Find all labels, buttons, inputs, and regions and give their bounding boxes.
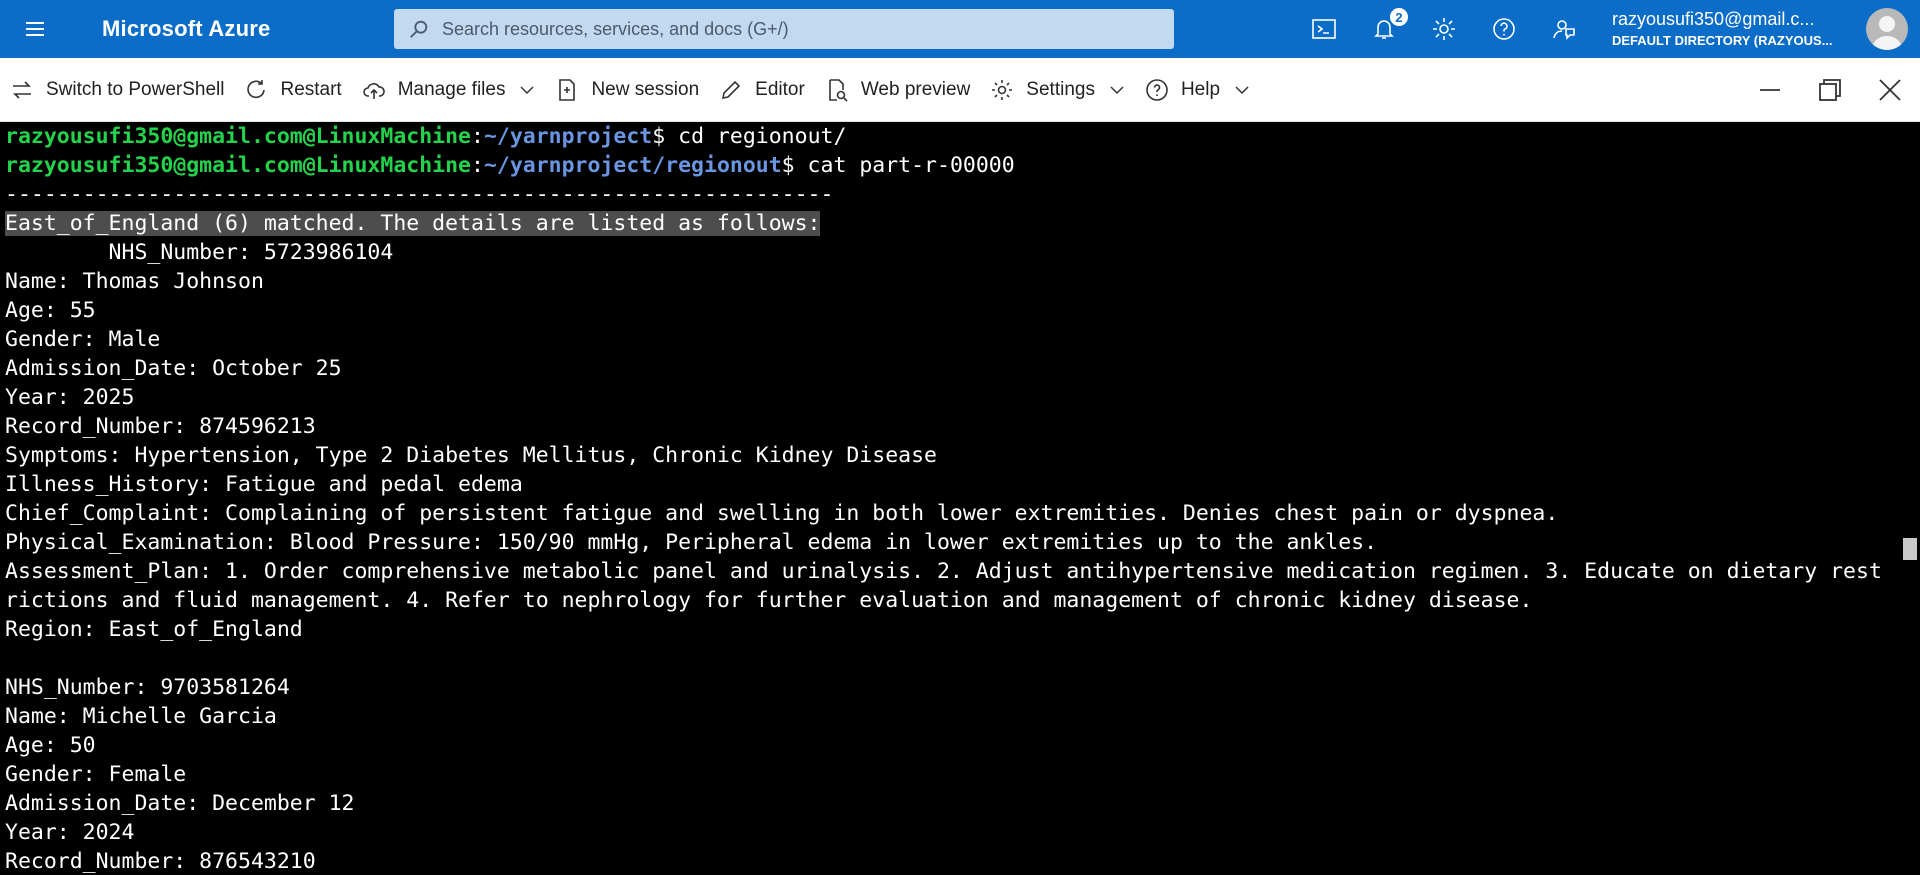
prompt-path: ~/yarnproject/regionout [483,153,782,178]
gear-icon[interactable] [1414,0,1474,58]
prompt-user: razyousufi350@gmail.com@LinuxMachine [5,124,471,149]
gear-icon [992,79,1013,100]
header-line: East_of_England (6) matched. The details… [5,209,1900,238]
account-directory: DEFAULT DIRECTORY (RAZYOUS... [1612,33,1833,48]
manage-files-button[interactable]: Manage files [352,58,546,122]
editor-label: Editor [755,78,805,100]
search-icon [410,20,428,38]
settings-label: Settings [1026,78,1095,100]
prompt-user: razyousufi350@gmail.com@LinuxMachine [5,153,471,178]
chevron-down-icon [1110,85,1124,94]
account-email: razyousufi350@gmail.c... [1612,9,1815,29]
menu-icon[interactable] [0,0,70,58]
minimize-icon [1760,89,1780,91]
web-preview-label: Web preview [860,78,971,100]
web-preview-icon [829,78,848,102]
scrollbar-thumb[interactable] [1903,538,1917,560]
editor-button[interactable]: Editor [709,58,815,122]
prompt-command: $ cat part-r-00000 [781,153,1015,178]
output-line: Gender: Female [5,762,187,787]
new-session-icon [559,78,576,101]
prompt-command: $ cd regionout/ [652,124,847,149]
output-line: NHS_Number: 5723986104 [5,240,394,265]
prompt-line: razyousufi350@gmail.com@LinuxMachine:~/y… [5,124,847,149]
cloud-shell-icon[interactable] [1294,0,1354,58]
restore-icon [1819,79,1841,101]
settings-button[interactable]: Settings [980,58,1135,122]
new-session-button[interactable]: New session [545,58,709,122]
minimize-button[interactable] [1740,58,1800,122]
brand-title[interactable]: Microsoft Azure [102,16,394,42]
output-line: rictions and fluid management. 4. Refer … [5,588,1533,613]
maximize-button[interactable] [1800,58,1860,122]
close-button[interactable] [1860,58,1920,122]
output-line: Age: 55 [5,298,96,323]
output-line: Chief_Complaint: Complaining of persiste… [5,501,1559,526]
switch-label: Switch to PowerShell [46,78,225,100]
output-line: Gender: Male [5,327,161,352]
switch-to-powershell-button[interactable]: Switch to PowerShell [0,58,234,122]
help-icon[interactable] [1474,0,1534,58]
web-preview-button[interactable]: Web preview [815,58,980,122]
output-line: Name: Thomas Johnson [5,269,264,294]
chevron-down-icon [1235,85,1249,94]
output-line: Year: 2024 [5,820,135,845]
output-line: Region: East_of_England [5,617,303,642]
output-line: Illness_History: Fatigue and pedal edema [5,472,523,497]
avatar[interactable] [1866,8,1908,50]
help-icon [1146,78,1168,101]
bell-icon[interactable]: 2 [1354,0,1414,58]
azure-top-bar: Microsoft Azure 2 razyousufi350@gmail.c.… [0,0,1920,58]
selected-header-text: East_of_England (6) matched. The details… [5,211,821,236]
output-line: Assessment_Plan: 1. Order comprehensive … [5,559,1882,584]
search-input[interactable] [442,18,1142,40]
restart-icon [247,79,266,98]
close-icon [1879,79,1901,101]
cloud-shell-toolbar: Switch to PowerShell Restart Manage file… [0,58,1920,122]
output-line: Age: 50 [5,733,96,758]
output-line: Record_Number: 876543210 [5,849,316,874]
manage-files-label: Manage files [397,78,506,100]
output-line: Physical_Examination: Blood Pressure: 15… [5,530,1378,555]
restart-button[interactable]: Restart [234,58,351,122]
output-line: Admission_Date: October 25 [5,356,342,381]
cloud-upload-icon [362,82,385,99]
terminal-scrollbar[interactable] [1900,122,1920,875]
terminal-output[interactable]: razyousufi350@gmail.com@LinuxMachine:~/y… [0,122,1900,875]
new-session-label: New session [591,78,700,100]
chevron-down-icon [520,85,534,94]
switch-icon [13,80,31,99]
global-search[interactable] [394,9,1174,49]
output-line: Admission_Date: December 12 [5,791,355,816]
help-label: Help [1180,78,1221,100]
separator-line: ----------------------------------------… [5,182,834,207]
help-button[interactable]: Help [1135,58,1260,122]
output-line: Year: 2025 [5,385,135,410]
notification-count-badge: 2 [1388,6,1410,28]
pencil-icon [722,80,741,99]
output-line: Symptoms: Hypertension, Type 2 Diabetes … [5,443,937,468]
prompt-line: razyousufi350@gmail.com@LinuxMachine:~/y… [5,153,1015,178]
output-line: Name: Michelle Garcia [5,704,277,729]
output-line: NHS_Number: 9703581264 [5,675,290,700]
prompt-path: ~/yarnproject [483,124,653,149]
restart-label: Restart [280,78,342,100]
feedback-icon[interactable] [1534,0,1594,58]
account-info[interactable]: razyousufi350@gmail.c... DEFAULT DIRECTO… [1612,10,1852,48]
output-line: Record_Number: 874596213 [5,414,316,439]
